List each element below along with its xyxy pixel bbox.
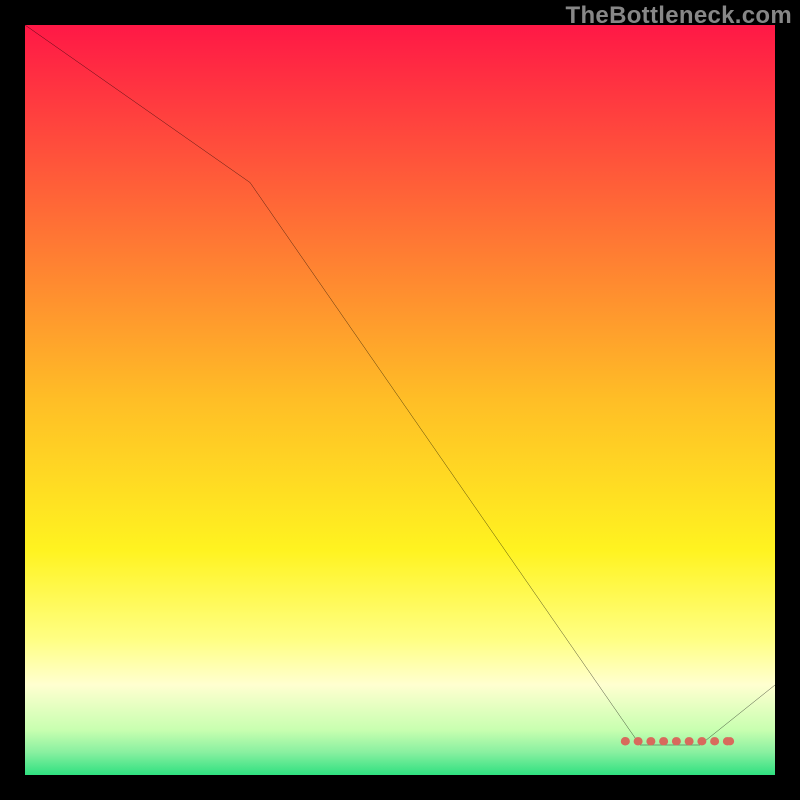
gradient-background [25,25,775,775]
chart-frame: TheBottleneck.com [0,0,800,800]
highlight-band [621,737,734,745]
bottleneck-chart [25,25,775,775]
